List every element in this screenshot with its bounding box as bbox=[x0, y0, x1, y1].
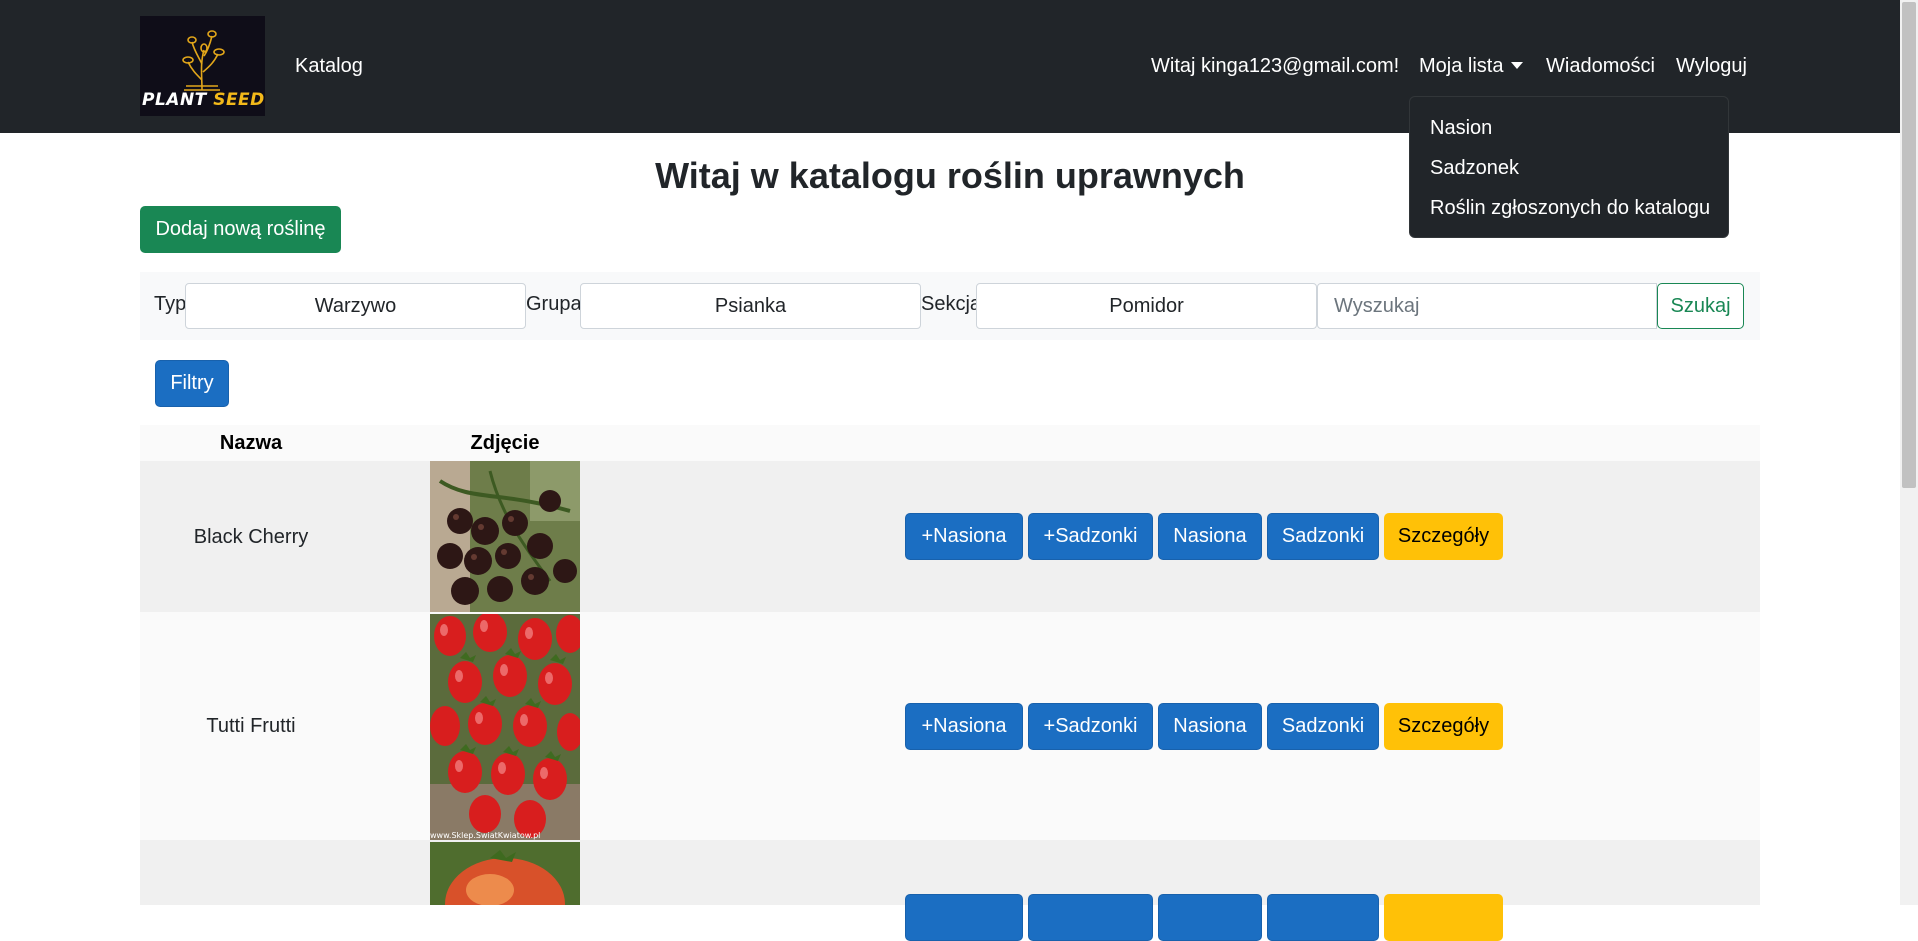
column-header-photo: Zdjęcie bbox=[470, 432, 540, 454]
add-seedlings-button[interactable] bbox=[1028, 894, 1153, 941]
seedlings-button[interactable]: Sadzonki bbox=[1267, 703, 1379, 750]
filter-bar: Typ Warzywo Grupa Psianka Sekcja Pomidor… bbox=[140, 272, 1760, 340]
nav-my-list-label: Moja lista bbox=[1419, 55, 1504, 77]
seeds-button[interactable]: Nasiona bbox=[1158, 703, 1262, 750]
dropdown-item-seedlings[interactable]: Sadzonek bbox=[1430, 154, 1519, 182]
group-select[interactable]: Psianka bbox=[580, 283, 921, 329]
add-seeds-button[interactable]: +Nasiona bbox=[905, 513, 1023, 560]
plant-name: Tutti Frutti bbox=[206, 715, 296, 737]
add-plant-button[interactable]: Dodaj nową roślinę bbox=[140, 206, 341, 253]
add-seeds-button[interactable] bbox=[905, 894, 1023, 941]
details-button[interactable]: Szczegóły bbox=[1384, 513, 1503, 560]
table-header: Nazwa Zdjęcie bbox=[140, 425, 1760, 461]
nav-catalog-link[interactable]: Katalog bbox=[295, 52, 363, 80]
scrollbar-thumb[interactable] bbox=[1902, 2, 1916, 488]
nav-my-list-dropdown[interactable]: Moja lista bbox=[1419, 52, 1524, 80]
type-select[interactable]: Warzywo bbox=[185, 283, 526, 329]
table-row: Tutti Frutti www.Sklep.SwiatKwiatow.pl +… bbox=[140, 612, 1760, 840]
column-header-name: Nazwa bbox=[219, 432, 283, 454]
add-seedlings-button[interactable]: +Sadzonki bbox=[1028, 513, 1153, 560]
dropdown-item-submitted-plants[interactable]: Roślin zgłoszonych do katalogu bbox=[1430, 194, 1710, 222]
plant-name: Black Cherry bbox=[193, 526, 309, 548]
seeds-button[interactable] bbox=[1158, 894, 1262, 941]
table-row: Black Cherry +Nasiona +Sadzonki Nasiona … bbox=[140, 461, 1760, 612]
plant-seeder-logo[interactable]: PLANT SEEDER bbox=[140, 16, 265, 116]
nav-greeting[interactable]: Witaj kinga123@gmail.com! bbox=[1151, 52, 1399, 80]
add-seedlings-button[interactable]: +Sadzonki bbox=[1028, 703, 1153, 750]
my-list-dropdown-menu: Nasion Sadzonek Roślin zgłoszonych do ka… bbox=[1409, 96, 1729, 238]
plant-photo[interactable] bbox=[430, 461, 580, 612]
table-row bbox=[140, 840, 1760, 941]
nav-messages-link[interactable]: Wiadomości bbox=[1546, 52, 1655, 80]
photo-watermark: www.Sklep.SwiatKwiatow.pl bbox=[430, 831, 541, 840]
type-label: Typ bbox=[154, 293, 187, 315]
seeds-button[interactable]: Nasiona bbox=[1158, 513, 1262, 560]
nav-logout-link[interactable]: Wyloguj bbox=[1676, 52, 1747, 80]
section-select[interactable]: Pomidor bbox=[976, 283, 1317, 329]
search-input[interactable] bbox=[1317, 283, 1657, 329]
plant-photo[interactable] bbox=[430, 842, 580, 905]
seedlings-button[interactable] bbox=[1267, 894, 1379, 941]
page-scrollbar[interactable] bbox=[1900, 0, 1918, 905]
logo-text: PLANT SEEDER bbox=[142, 90, 265, 110]
plant-photo[interactable]: www.Sklep.SwiatKwiatow.pl bbox=[430, 614, 580, 840]
search-button[interactable]: Szukaj bbox=[1657, 283, 1744, 329]
filters-button[interactable]: Filtry bbox=[155, 360, 229, 407]
seedlings-button[interactable]: Sadzonki bbox=[1267, 513, 1379, 560]
caret-down-icon bbox=[1511, 62, 1524, 69]
add-seeds-button[interactable]: +Nasiona bbox=[905, 703, 1023, 750]
orange-red-tomato-image bbox=[430, 842, 580, 905]
details-button[interactable] bbox=[1384, 894, 1503, 941]
section-label: Sekcja bbox=[921, 293, 982, 315]
details-button[interactable]: Szczegóły bbox=[1384, 703, 1503, 750]
dropdown-item-seeds[interactable]: Nasion bbox=[1430, 114, 1492, 142]
dark-cherry-tomatoes-image bbox=[430, 461, 580, 612]
red-plum-tomatoes-image bbox=[430, 614, 580, 840]
group-label: Grupa bbox=[526, 293, 582, 315]
